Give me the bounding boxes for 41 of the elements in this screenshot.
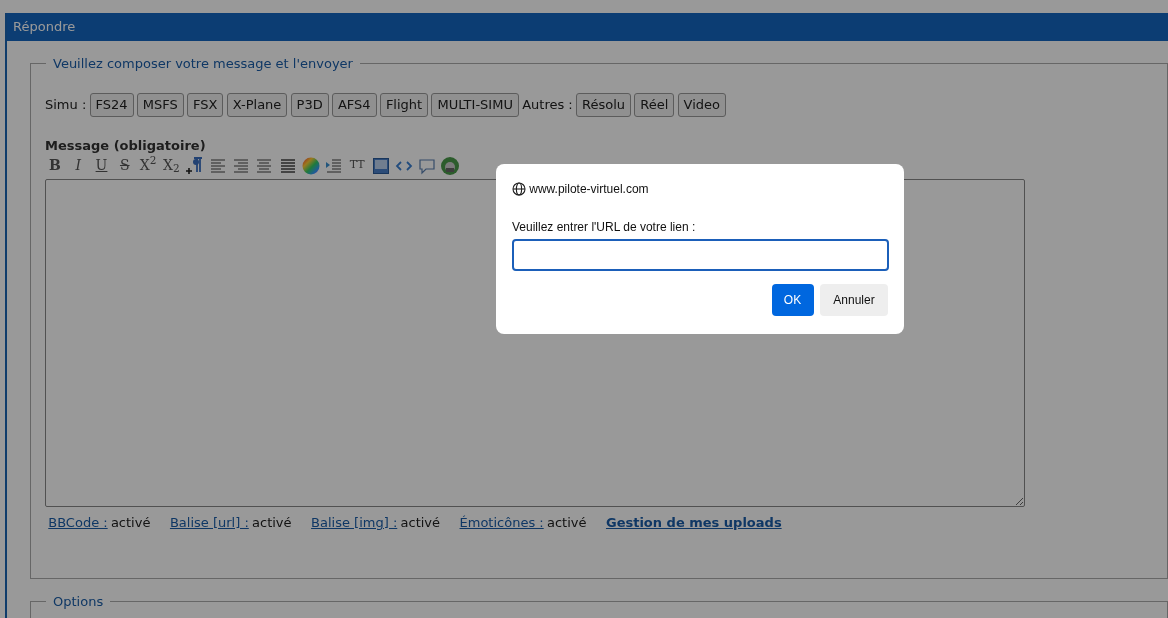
tag-button[interactable]: MSFS — [136, 93, 184, 117]
setting-link[interactable]: Balise [url] : — [169, 513, 249, 533]
tag-button[interactable]: Réel — [634, 93, 675, 117]
tag-button[interactable]: FSX — [187, 93, 224, 117]
tag-button[interactable]: FS24 — [89, 93, 134, 117]
tag-button[interactable]: P3D — [290, 93, 329, 117]
italic-icon[interactable]: I — [68, 156, 89, 175]
font-size-icon[interactable]: TT — [347, 156, 368, 175]
setting-link[interactable]: BBCode : — [48, 513, 108, 533]
tag-button[interactable]: Video — [677, 93, 726, 117]
uploads-link[interactable]: Gestion de mes uploads — [605, 513, 782, 533]
setting-value: activé — [546, 514, 587, 532]
dialog-prompt: Veuillez entrer l'URL de votre lien : — [512, 218, 697, 236]
ok-button[interactable]: OK — [771, 283, 814, 316]
setting-value: activé — [400, 514, 441, 532]
subscript-icon[interactable]: X$_{2}$ — [161, 156, 182, 175]
bold-icon[interactable]: B — [45, 156, 65, 175]
globe-icon — [512, 182, 526, 196]
superscript-icon[interactable]: X$^{2}$ — [138, 156, 158, 175]
color-wheel-icon[interactable] — [300, 155, 321, 176]
image-icon[interactable] — [370, 155, 391, 176]
cancel-button[interactable]: Annuler — [820, 283, 888, 316]
strikethrough-icon[interactable]: S — [114, 156, 135, 175]
setting-link[interactable]: Balise [img] : — [311, 513, 398, 533]
avatar-icon[interactable] — [440, 155, 461, 176]
underline-icon[interactable]: U — [91, 156, 112, 175]
setting-value: activé — [110, 514, 151, 532]
tag-button[interactable]: MULTI-SIMU — [431, 93, 519, 117]
tag-button[interactable]: Flight — [379, 93, 429, 117]
dialog-origin: www.pilote-virtuel.com — [529, 181, 649, 198]
tag-button[interactable]: X-Plane — [226, 93, 288, 117]
tag-group-label: Simu : — [45, 96, 87, 114]
tag-button[interactable]: Résolu — [576, 93, 631, 117]
setting-value: activé — [252, 514, 292, 532]
paragraph-icon[interactable] — [184, 155, 205, 176]
setting-link[interactable]: Émoticônes : — [459, 513, 544, 533]
tag-group-label: Autres : — [522, 96, 573, 114]
tag-button[interactable]: AFS4 — [331, 93, 377, 117]
message-label: Message (obligatoire) — [45, 137, 207, 155]
url-input-field[interactable] — [512, 238, 889, 271]
panel-title: Répondre — [7, 13, 1168, 41]
